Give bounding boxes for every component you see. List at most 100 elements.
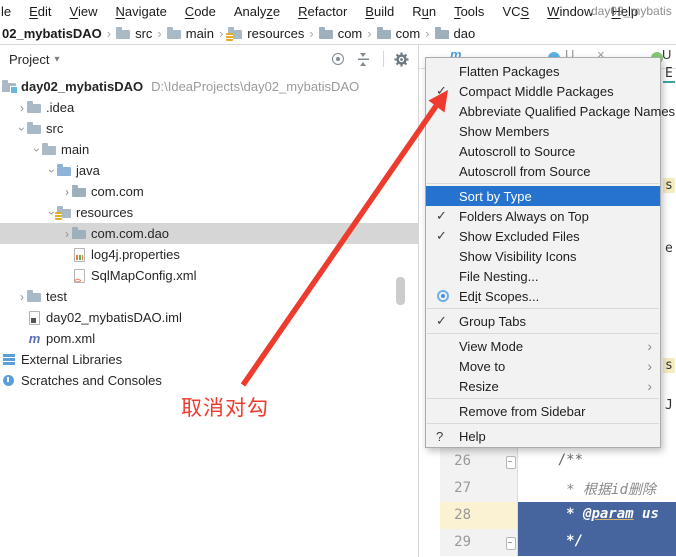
fold-end-icon[interactable]: [506, 537, 516, 550]
menu-item-show-visibility-icons[interactable]: Show Visibility Icons: [426, 246, 660, 266]
menubar-item-view[interactable]: View: [61, 4, 107, 19]
folder-icon: [116, 26, 131, 40]
breadcrumb-item-com[interactable]: com: [318, 26, 362, 41]
menu-item-autoscroll-from-source[interactable]: Autoscroll from Source: [426, 161, 660, 181]
breadcrumb-item-src[interactable]: src: [116, 26, 152, 41]
breadcrumb-label: src: [135, 25, 153, 41]
code-line-27: 27 * 根据id删除: [419, 475, 676, 502]
tree-row-day02_mybatisDAO.iml[interactable]: day02_mybatisDAO.iml: [0, 307, 418, 328]
menu-item-autoscroll-to-source[interactable]: Autoscroll to Source: [426, 141, 660, 161]
tree-row-log4j.properties[interactable]: log4j.properties: [0, 244, 418, 265]
editor-left-margin: [419, 448, 440, 475]
tree-row-.idea[interactable]: › .idea: [0, 97, 418, 118]
menu-item-compact-middle-packages[interactable]: ✓ Compact Middle Packages: [426, 81, 660, 101]
breadcrumb-label: main: [185, 25, 214, 41]
breadcrumb-item-com[interactable]: com: [376, 26, 420, 41]
project-panel-title[interactable]: Project: [9, 52, 49, 67]
menubar-item-build[interactable]: Build: [356, 4, 403, 19]
menu-item-file-nesting-[interactable]: File Nesting...: [426, 266, 660, 286]
menu-item-view-mode[interactable]: View Mode ›: [426, 336, 660, 356]
menu-item-folders-always-on-top[interactable]: ✓ Folders Always on Top: [426, 206, 660, 226]
menu-item-label: Compact Middle Packages: [459, 83, 614, 99]
tree-label: test: [46, 289, 67, 304]
menu-item-sort-by-type[interactable]: Sort by Type: [426, 186, 660, 206]
chevron-collapsed-icon[interactable]: ›: [17, 102, 27, 114]
tree-row-com.com.dao[interactable]: › com.com.dao: [0, 223, 418, 244]
tree-row-java[interactable]: › java: [0, 160, 418, 181]
menu-item-flatten-packages[interactable]: Flatten Packages: [426, 61, 660, 81]
menubar-item-tools[interactable]: Tools: [445, 4, 493, 19]
tree-row-resources[interactable]: › resources: [0, 202, 418, 223]
menu-item-help[interactable]: ? Help: [426, 426, 660, 446]
file-properties-icon: [72, 248, 87, 262]
chevron-expanded-icon[interactable]: ›: [30, 145, 44, 155]
menu-item-remove-from-sidebar[interactable]: Remove from Sidebar: [426, 401, 660, 421]
tree-row-main[interactable]: › main: [0, 139, 418, 160]
chevron-collapsed-icon[interactable]: ›: [62, 186, 72, 198]
breadcrumb-separator-icon: ›: [367, 25, 372, 41]
tree-label: pom.xml: [46, 331, 96, 346]
code-text[interactable]: * @param us: [518, 502, 676, 529]
breadcrumb-item-main[interactable]: main: [166, 25, 214, 41]
code-text[interactable]: /**: [518, 448, 676, 475]
editor-left-margin: [419, 475, 440, 502]
menu-item-show-excluded-files[interactable]: ✓ Show Excluded Files: [426, 226, 660, 246]
breadcrumb-item-dao[interactable]: dao: [434, 26, 475, 41]
tree-label: day02_mybatisDAO: [21, 79, 144, 94]
breadcrumb-item-resources[interactable]: resources: [226, 26, 304, 41]
tree-label: External Libraries: [21, 352, 123, 367]
chevron-collapsed-icon[interactable]: ›: [62, 228, 72, 240]
menubar-item-edit[interactable]: Edit: [20, 4, 60, 19]
menubar-item-analyze[interactable]: Analyze: [225, 4, 289, 19]
tree-row-com.com[interactable]: › com.com: [0, 181, 418, 202]
checkmark-icon: ✓: [436, 83, 447, 98]
menu-item-label: Show Visibility Icons: [459, 248, 577, 264]
menubar-item-navigate[interactable]: Navigate: [106, 4, 175, 19]
menubar-item-run[interactable]: Run: [403, 4, 445, 19]
tree-row-External Libraries[interactable]: External Libraries: [0, 349, 418, 370]
maven-icon: m: [28, 331, 41, 346]
tree-row-pom.xml[interactable]: m pom.xml: [0, 328, 418, 349]
chevron-down-icon[interactable]: ▾: [54, 54, 59, 65]
project-scrollbar-thumb[interactable]: [396, 277, 405, 305]
menu-item-label: Help: [459, 428, 486, 444]
tree-row-day02_mybatisDAO[interactable]: day02_mybatisDAO D:\IdeaProjects\day02_my…: [0, 76, 418, 97]
tree-label: com.com.dao: [91, 226, 170, 241]
tree-row-Scratches and Consoles[interactable]: Scratches and Consoles: [0, 370, 418, 391]
chevron-expanded-icon[interactable]: ›: [45, 166, 59, 176]
fold-start-icon[interactable]: [506, 456, 516, 469]
menubar-item-code[interactable]: Code: [176, 4, 225, 19]
code-text[interactable]: * 根据id删除: [518, 475, 676, 502]
menu-item-group-tabs[interactable]: ✓ Group Tabs: [426, 311, 660, 331]
locate-icon[interactable]: [331, 52, 346, 67]
settings-gear-icon[interactable]: [394, 52, 409, 67]
submenu-arrow-icon: ›: [647, 358, 652, 374]
menu-item-show-members[interactable]: Show Members: [426, 121, 660, 141]
menu-item-abbreviate-qualified-package-names[interactable]: Abbreviate Qualified Package Names: [426, 101, 675, 121]
folder-icon: [166, 26, 182, 40]
menubar-item-refactor[interactable]: Refactor: [289, 4, 356, 19]
menu-item-move-to[interactable]: Move to ›: [426, 356, 660, 376]
tree-row-src[interactable]: › src: [0, 118, 418, 139]
menu-item-label: Folders Always on Top: [459, 208, 589, 224]
menu-item-edit-scopes-[interactable]: Edit Scopes...: [426, 286, 660, 306]
tree-label: java: [76, 163, 100, 178]
chevron-collapsed-icon[interactable]: ›: [17, 291, 27, 303]
collapse-all-icon[interactable]: [357, 52, 372, 67]
libraries-icon: [2, 353, 17, 366]
code-text[interactable]: */: [518, 529, 676, 556]
tree-label: log4j.properties: [91, 247, 180, 262]
tree-row-test[interactable]: › test: [0, 286, 418, 307]
breadcrumb-item-02_mybatisDAO[interactable]: 02_mybatisDAO: [0, 26, 102, 41]
tree-label: .idea: [46, 100, 75, 115]
menu-item-label: Autoscroll from Source: [459, 163, 591, 179]
tree-row-SqlMapConfig.xml[interactable]: SqlMapConfig.xml: [0, 265, 418, 286]
tree-label: com.com: [91, 184, 144, 199]
chevron-expanded-icon[interactable]: ›: [15, 124, 29, 134]
menubar-item-vcs[interactable]: VCS: [493, 4, 538, 19]
package-icon: [434, 26, 450, 40]
menubar-item-file-partial[interactable]: le: [0, 4, 20, 19]
menu-item-resize[interactable]: Resize ›: [426, 376, 660, 396]
menu-item-label: Group Tabs: [459, 313, 526, 329]
breadcrumb-separator-icon: ›: [425, 25, 430, 41]
